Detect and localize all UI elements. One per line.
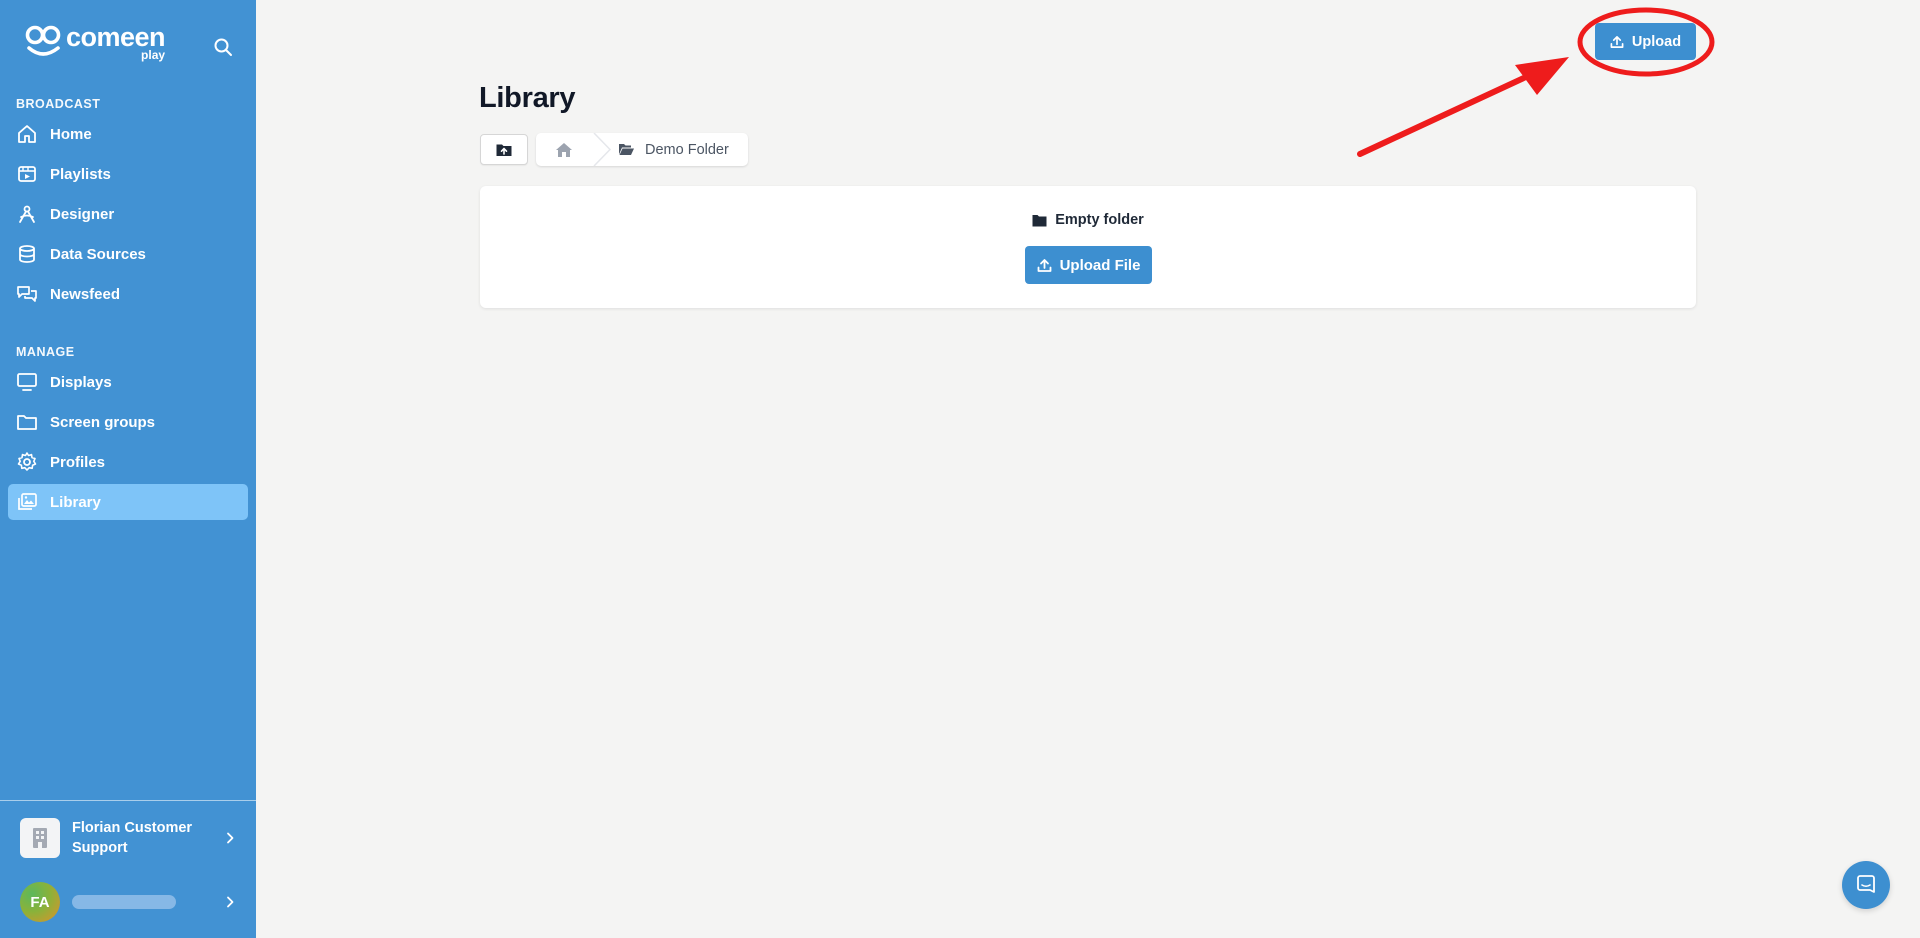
chevron-right-icon: [227, 832, 234, 844]
folder-icon: [1032, 214, 1047, 227]
gear-icon: [16, 451, 38, 473]
chat-icon: [1857, 875, 1875, 893]
upload-button[interactable]: Upload: [1595, 23, 1696, 60]
empty-state: Empty folder: [480, 212, 1696, 228]
avatar: FA: [20, 882, 60, 922]
brand-name: comeen: [66, 22, 166, 52]
organization-switcher[interactable]: Florian Customer Support: [0, 812, 256, 864]
comeen-logo-icon: [25, 25, 61, 56]
brand-logo[interactable]: comeen play: [24, 22, 166, 66]
breadcrumb-current-folder[interactable]: Demo Folder: [614, 133, 729, 166]
breadcrumb-home[interactable]: [536, 133, 592, 166]
library-content-panel: Empty folder Upload File: [480, 186, 1696, 308]
user-menu[interactable]: FA: [0, 880, 256, 924]
breadcrumb-separator: [593, 133, 612, 166]
monitor-icon: [16, 371, 38, 393]
folder-open-icon: [618, 143, 635, 156]
sidebar-item-displays[interactable]: Displays: [8, 364, 248, 400]
sidebar-item-newsfeed[interactable]: Newsfeed: [8, 276, 248, 312]
sidebar-item-label: Screen groups: [50, 413, 156, 431]
sidebar-item-label: Designer: [50, 205, 115, 223]
sidebar: comeen play BROADCAST Home Playlists Des…: [0, 0, 256, 938]
sidebar-item-label: Library: [50, 493, 101, 511]
breadcrumb: Demo Folder: [536, 133, 748, 166]
sidebar-item-screen-groups[interactable]: Screen groups: [8, 404, 248, 440]
upload-file-button[interactable]: Upload File: [1025, 246, 1152, 284]
page-title: Library: [479, 82, 576, 114]
section-label-manage: MANAGE: [16, 345, 75, 359]
playlists-icon: [16, 163, 38, 185]
upload-icon: [1610, 35, 1624, 49]
sidebar-item-library[interactable]: Library: [8, 484, 248, 520]
folder-plus-icon: [496, 144, 512, 156]
designer-icon: [16, 203, 38, 225]
section-label-broadcast: BROADCAST: [16, 97, 101, 111]
annotation-overlay: [1357, 7, 1715, 157]
library-icon: [16, 491, 38, 513]
folder-icon: [16, 411, 38, 433]
sidebar-item-label: Profiles: [50, 453, 106, 471]
search-icon[interactable]: [212, 36, 234, 58]
sidebar-item-label: Playlists: [50, 165, 111, 183]
sidebar-item-label: Home: [50, 125, 92, 143]
sidebar-item-home[interactable]: Home: [8, 116, 248, 152]
user-name-redacted: [72, 895, 176, 909]
sidebar-item-label: Data Sources: [50, 245, 146, 263]
organization-name: Florian Customer Support: [72, 820, 193, 856]
sidebar-item-profiles[interactable]: Profiles: [8, 444, 248, 480]
annotation-arrow-shaft: [1357, 73, 1531, 157]
empty-state-message: Empty folder: [1055, 212, 1144, 228]
newsfeed-icon: [16, 283, 38, 305]
chat-launcher-button[interactable]: [1842, 861, 1890, 909]
upload-icon: [1037, 258, 1052, 273]
sidebar-item-playlists[interactable]: Playlists: [8, 156, 248, 192]
sidebar-divider: [0, 800, 256, 801]
sidebar-item-data-sources[interactable]: Data Sources: [8, 236, 248, 272]
sidebar-item-label: Displays: [50, 373, 112, 391]
database-icon: [16, 243, 38, 265]
building-icon: [20, 818, 60, 858]
sidebar-item-label: Newsfeed: [50, 285, 121, 303]
home-icon: [556, 142, 572, 157]
sidebar-item-designer[interactable]: Designer: [8, 196, 248, 232]
breadcrumb-folder-label: Demo Folder: [645, 141, 729, 158]
new-folder-button[interactable]: [480, 134, 528, 165]
upload-label: Upload: [1631, 33, 1682, 50]
annotation-arrow-head: [1515, 57, 1569, 95]
upload-file-label: Upload File: [1059, 256, 1141, 274]
home-icon: [16, 123, 38, 145]
chevron-right-icon: [227, 896, 234, 908]
